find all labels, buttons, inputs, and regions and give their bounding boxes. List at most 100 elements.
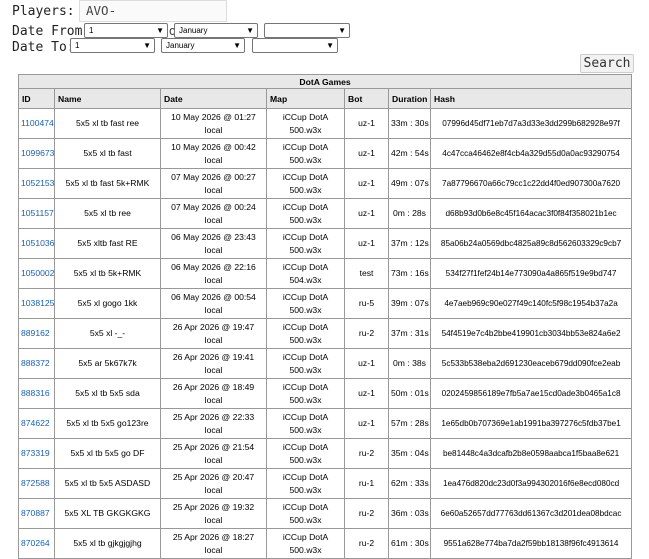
game-hash: 0202459856189e7fb5a7ae15cd0ade3b0465a1c8 [429, 378, 633, 409]
game-map: iCCup DotA 500.w3x [266, 528, 345, 559]
game-name: 5x5 xl tb gjkgjgjhg [54, 528, 161, 559]
col-id-header: ID [18, 88, 55, 109]
game-date: 07 May 2026 @ 00:24 local [160, 198, 267, 229]
game-duration: 0m : 28s [388, 198, 431, 229]
game-date: 25 Apr 2026 @ 18:27 local [160, 528, 267, 559]
game-bot: uz-1 [344, 138, 389, 169]
game-map: iCCup DotA 500.w3x [266, 468, 345, 499]
search-button[interactable]: Search [580, 54, 634, 73]
game-date: 06 May 2026 @ 23:43 local [160, 228, 267, 259]
game-bot: uz-1 [344, 228, 389, 259]
game-id-link[interactable]: 1052153 [18, 168, 55, 199]
date-to-month-value: January [166, 41, 195, 50]
date-to-day-select[interactable]: 1 ▼ [70, 38, 155, 53]
col-name-header: Name [54, 88, 161, 109]
game-hash: 7a87796670a66c79cc1c22dd4f0ed907300a7620 [429, 168, 633, 199]
players-input[interactable]: AVO-BANK,Champion0130 [79, 0, 227, 38]
col-duration-header: Duration [388, 88, 431, 109]
game-bot: ru-1 [344, 468, 389, 499]
game-date: 26 Apr 2026 @ 18:49 local [160, 378, 267, 409]
table-row: 888372 5x5 ar 5k67k7k 26 Apr 2026 @ 19:41 … [18, 348, 633, 379]
game-hash: 9551a628e774ba7da2f59bb18138f96fc4913614 [429, 528, 633, 559]
game-duration: 0m : 38s [388, 348, 431, 379]
game-hash: 534f27f1fef24b14e773090a4a865f519e9bd747 [429, 258, 633, 289]
players-label: Players: [12, 4, 75, 19]
game-map: iCCup DotA 500.w3x [266, 108, 345, 139]
chevron-down-icon: ▼ [143, 41, 151, 50]
game-duration: 35m : 04s [388, 438, 431, 469]
game-name: 5x5 xl gogo 1kk [54, 288, 161, 319]
date-from-year-select[interactable]: ▼ [264, 23, 350, 38]
game-id-link[interactable]: 889162 [18, 318, 55, 349]
game-id-link[interactable]: 873319 [18, 438, 55, 469]
table-row: 874622 5x5 xl tb 5x5 go123re 25 Apr 2026 @… [18, 408, 633, 439]
game-bot: uz-1 [344, 108, 389, 139]
game-map: iCCup DotA 500.w3x [266, 378, 345, 409]
game-hash: 4c47cca46462e8f4cb4a329d55d0a0ac93290754 [429, 138, 633, 169]
game-id-link[interactable]: 1051157 [18, 198, 55, 229]
game-duration: 50m : 01s [388, 378, 431, 409]
table-row: 889162 5x5 xl -_- 26 Apr 2026 @ 19:47 loca… [18, 318, 633, 349]
game-duration: 36m : 03s [388, 498, 431, 529]
game-name: 5x5 xltb fast RE [54, 228, 161, 259]
game-date: 26 Apr 2026 @ 19:41 local [160, 348, 267, 379]
game-hash: 1e65db0b707369e1ab1991ba397276c5fdb37be1 [429, 408, 633, 439]
game-hash: 07996d45df71eb7d7a3d33e3dd299b682928e97f [429, 108, 633, 139]
game-date: 25 Apr 2026 @ 20:47 local [160, 468, 267, 499]
table-row: 870887 5x5 XL TB GKGKGKG 25 Apr 2026 @ 19:… [18, 498, 633, 529]
game-hash: 1ea476d820dc23d0f3a994302016f6e8ecd080cd [429, 468, 633, 499]
game-bot: uz-1 [344, 378, 389, 409]
game-id-link[interactable]: 888316 [18, 378, 55, 409]
game-date: 25 Apr 2026 @ 19:32 local [160, 498, 267, 529]
date-from-day-select[interactable]: 1 ▼ [84, 23, 168, 38]
game-name: 5x5 xl -_- [54, 318, 161, 349]
table-title: DotA Games [17, 74, 633, 89]
col-bot-header: Bot [344, 88, 389, 109]
date-from-label: Date From: [12, 24, 91, 39]
game-name: 5x5 xl tb 5x5 sda [54, 378, 161, 409]
chevron-down-icon: ▼ [326, 41, 334, 50]
game-hash: 6e60a52657dd77763dd61367c3d201dea08bdcac [429, 498, 633, 529]
date-to-month-select[interactable]: January ▼ [161, 38, 245, 53]
game-hash: 4e7aeb969c90e027f49c140fc5f98c1954b37a2a [429, 288, 633, 319]
game-name: 5x5 xl tb 5x5 go123re [54, 408, 161, 439]
date-to-year-select[interactable]: ▼ [252, 38, 338, 53]
game-hash: 85a06b24a0569dbc4825a89c8d562603329c9cb7 [429, 228, 633, 259]
game-date: 07 May 2026 @ 00:27 local [160, 168, 267, 199]
game-duration: 73m : 16s [388, 258, 431, 289]
chevron-down-icon: ▼ [246, 26, 254, 35]
table-row: 1038125 5x5 xl gogo 1kk 06 May 2026 @ 00:5… [18, 288, 633, 319]
game-duration: 61m : 30s [388, 528, 431, 559]
game-map: iCCup DotA 500.w3x [266, 138, 345, 169]
game-map: iCCup DotA 500.w3x [266, 288, 345, 319]
game-bot: uz-1 [344, 168, 389, 199]
game-id-link[interactable]: 1099673 [18, 138, 55, 169]
game-hash: 54f4519e7c4b2bbe419901cb3034bb53e824a6e2 [429, 318, 633, 349]
col-map-header: Map [266, 88, 345, 109]
table-row: 1052153 5x5 xl tb fast 5k+RMK 07 May 2026 … [18, 168, 633, 199]
game-map: iCCup DotA 500.w3x [266, 438, 345, 469]
game-bot: ru-2 [344, 528, 389, 559]
col-date-header: Date [160, 88, 267, 109]
game-name: 5x5 xl tb fast 5k+RMK [54, 168, 161, 199]
game-bot: uz-1 [344, 198, 389, 229]
game-id-link[interactable]: 874622 [18, 408, 55, 439]
game-id-link[interactable]: 870264 [18, 528, 55, 559]
game-duration: 62m : 33s [388, 468, 431, 499]
game-bot: test [344, 258, 389, 289]
chevron-down-icon: ▼ [338, 26, 346, 35]
game-name: 5x5 xl tb 5x5 go DF [54, 438, 161, 469]
game-name: 5x5 xl tb fast [54, 138, 161, 169]
date-from-month-select[interactable]: January ▼ [174, 23, 258, 38]
game-id-link[interactable]: 870887 [18, 498, 55, 529]
game-duration: 42m : 54s [388, 138, 431, 169]
game-id-link[interactable]: 1050002 [18, 258, 55, 289]
game-duration: 37m : 31s [388, 318, 431, 349]
game-hash: d68b93d0b6e8c45f164acac3f0f84f358021b1ec [429, 198, 633, 229]
game-id-link[interactable]: 888372 [18, 348, 55, 379]
game-id-link[interactable]: 1051036 [18, 228, 55, 259]
game-id-link[interactable]: 1038125 [18, 288, 55, 319]
game-bot: ru-2 [344, 498, 389, 529]
game-id-link[interactable]: 872588 [18, 468, 55, 499]
game-id-link[interactable]: 1100474 [18, 108, 55, 139]
